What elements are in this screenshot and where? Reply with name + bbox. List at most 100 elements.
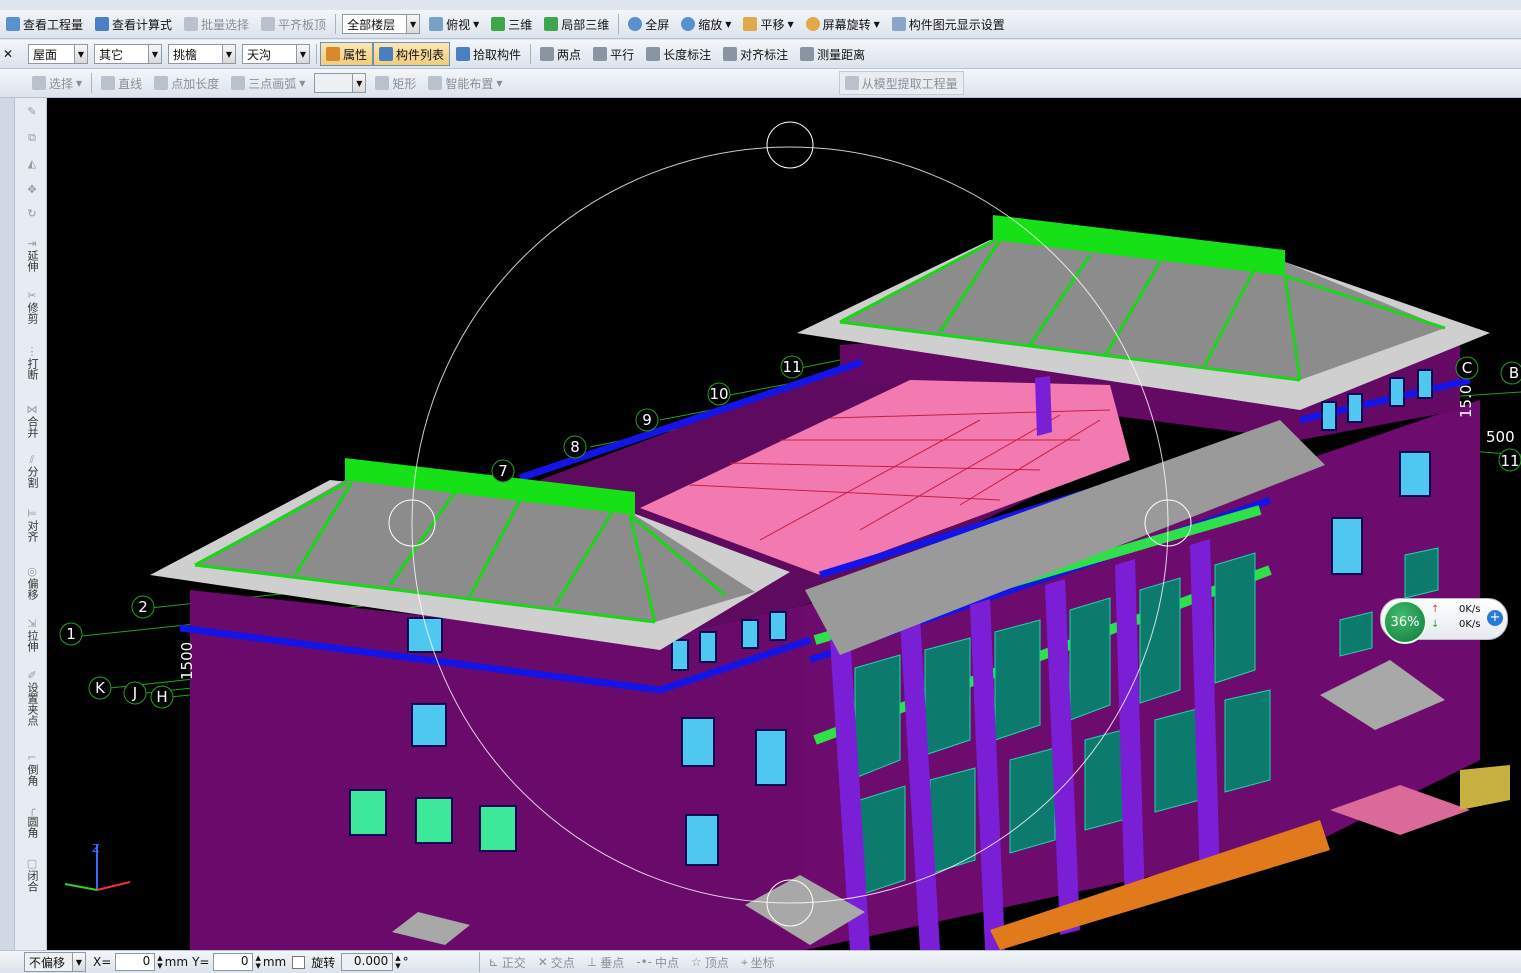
tool-close[interactable]: ▢ 闭合 xyxy=(22,858,42,895)
rotate-screen-button[interactable]: 屏幕旋转 ▼ xyxy=(800,12,886,36)
arc-option-select[interactable]: ▼ xyxy=(314,73,367,93)
align-dim-icon xyxy=(723,47,738,61)
tool-merge[interactable]: ⋈ 合并 xyxy=(22,404,42,441)
intersection-icon: ✕ xyxy=(537,955,548,969)
snap-vertex[interactable]: ☆ 顶点 xyxy=(685,951,735,973)
snap-midpoint[interactable]: -•- 中点 xyxy=(630,951,685,973)
move-icon[interactable]: ✥ xyxy=(22,184,42,196)
quantity-icon xyxy=(6,17,20,31)
pan-icon xyxy=(743,17,758,31)
tool-stretch[interactable]: ⇲ 拉伸 xyxy=(22,618,42,655)
y-input[interactable]: 0 xyxy=(213,953,254,971)
batch-select-button[interactable]: 批量选择 xyxy=(178,12,255,36)
top-view-button[interactable]: 俯视 ▼ xyxy=(423,12,485,36)
snap-perpendicular[interactable]: ⊥ 垂点 xyxy=(581,951,630,973)
pick-component-button[interactable]: 拾取构件 xyxy=(450,42,527,66)
rotate-input[interactable]: 0.000 xyxy=(341,953,394,971)
tool-trim[interactable]: ✂ 修剪 xyxy=(22,290,42,327)
mirror-icon[interactable]: ◭ xyxy=(22,158,42,170)
tool-fillet[interactable]: ╭ 圆角 xyxy=(22,804,42,841)
break-icon: ⋮ xyxy=(26,345,38,358)
copy-icon[interactable]: ⧉ xyxy=(22,132,42,144)
tool-offset[interactable]: ◎ 偏移 xyxy=(22,566,42,603)
align-slab-icon xyxy=(261,17,276,31)
tool-grip[interactable]: ✐ 设置夹点 xyxy=(22,670,42,729)
zoom-button[interactable]: 缩放 ▼ xyxy=(675,12,737,36)
x-label: X= xyxy=(93,955,112,969)
component-name-select[interactable]: 天沟 ▼ xyxy=(242,44,310,64)
svg-text:H: H xyxy=(156,688,167,706)
expand-plus-icon[interactable]: + xyxy=(1487,610,1503,626)
svg-text:J: J xyxy=(132,684,137,702)
tool-chamfer[interactable]: ⌐ 倒角 xyxy=(22,752,42,789)
view-quantity-button[interactable]: 查看工程量 xyxy=(0,12,89,36)
offset-mode-select[interactable]: 不偏移 ▼ xyxy=(24,952,86,972)
offset-icon: ◎ xyxy=(27,565,37,578)
type-select[interactable]: 其它 ▼ xyxy=(94,44,162,64)
snap-coordinate[interactable]: ⌖ 坐标 xyxy=(735,951,781,973)
length-dimension-button[interactable]: 长度标注 xyxy=(640,42,717,66)
midpoint-icon: -•- xyxy=(636,955,653,969)
two-point-button[interactable]: 两点 xyxy=(534,42,587,66)
component-type-select[interactable]: 挑檐 ▼ xyxy=(168,44,236,64)
fullscreen-button[interactable]: 全屏 xyxy=(622,12,675,36)
measure-distance-button[interactable]: 测量距离 xyxy=(794,42,871,66)
rotate-icon[interactable]: ↻ xyxy=(22,208,42,220)
chevron-down-icon: ▼ xyxy=(725,19,732,29)
building-model: 1 2 7 8 9 10 11 K J H C B 11 1500 15.0 5… xyxy=(59,121,1521,950)
download-speed: 0K/s xyxy=(1459,619,1481,630)
svg-text:9: 9 xyxy=(642,411,652,429)
property-button[interactable]: 属性 xyxy=(320,42,374,66)
three-point-arc-button[interactable]: 三点画弧 ▼ xyxy=(225,71,311,95)
chevron-down-icon: ▼ xyxy=(473,19,480,29)
display-settings-button[interactable]: 构件图元显示设置 xyxy=(886,12,1011,36)
chevron-down-icon: ▼ xyxy=(74,45,87,63)
select-button[interactable]: 选择 ▼ xyxy=(26,71,88,95)
view-formula-button[interactable]: 查看计算式 xyxy=(89,12,178,36)
smart-layout-button[interactable]: 智能布置 ▼ xyxy=(422,71,508,95)
chamfer-icon: ⌐ xyxy=(27,751,37,764)
x-stepper[interactable]: ▲ ▼ xyxy=(157,954,162,970)
component-list-button[interactable]: 构件列表 xyxy=(373,42,451,66)
point-length-button[interactable]: 点加长度 xyxy=(148,71,225,95)
x-input[interactable]: 0 xyxy=(115,953,156,971)
display-settings-icon xyxy=(891,17,906,31)
vertex-icon: ☆ xyxy=(691,955,702,969)
line-button[interactable]: 直线 xyxy=(95,71,148,95)
separator xyxy=(618,14,620,34)
rectangle-button[interactable]: 矩形 xyxy=(369,71,422,95)
y-stepper[interactable]: ▲ ▼ xyxy=(255,954,260,970)
align-dimension-button[interactable]: 对齐标注 xyxy=(717,42,794,66)
svg-text:500: 500 xyxy=(1486,428,1515,446)
tool-align[interactable]: ⊨ 对齐 xyxy=(22,508,42,545)
3d-viewport[interactable]: 1 2 7 8 9 10 11 K J H C B 11 1500 15.0 5… xyxy=(47,98,1521,950)
snap-intersection[interactable]: ✕ 交点 xyxy=(532,951,581,973)
local-3d-button[interactable]: 局部三维 xyxy=(538,12,615,36)
local-3d-icon xyxy=(544,17,559,31)
extract-icon xyxy=(844,76,859,90)
close-panel-button[interactable]: ✕ xyxy=(0,42,18,66)
smart-layout-icon xyxy=(428,76,443,90)
network-monitor-widget[interactable]: 36% ↑ 0K/s ↓ 0K/s + xyxy=(1380,598,1508,644)
3d-view-button[interactable]: 三维 xyxy=(485,12,538,36)
align-slab-top-button[interactable]: 平齐板顶 xyxy=(255,12,332,36)
tool-break[interactable]: ⋮ 打断 xyxy=(22,346,42,383)
drawing-toolbar: 选择 ▼ 直线 点加长度 三点画弧 ▼ ▼ 矩形 智能布置 ▼ 从模型提取工程量 xyxy=(0,69,1521,98)
stretch-icon: ⇲ xyxy=(27,617,37,630)
chevron-down-icon: ▼ xyxy=(299,78,306,88)
tool-extend[interactable]: ⇥ 延伸 xyxy=(22,238,42,275)
rotate-checkbox[interactable] xyxy=(292,955,306,969)
category-select[interactable]: 屋面 ▼ xyxy=(28,44,88,64)
main-toolbar: 查看工程量 查看计算式 批量选择 平齐板顶 全部楼层 ▼ 俯视 ▼ 三维 局部三维 … xyxy=(0,10,1521,39)
floor-select[interactable]: 全部楼层 ▼ xyxy=(342,14,421,34)
pan-button[interactable]: 平移 ▼ xyxy=(737,12,799,36)
snap-ortho[interactable]: ⊾ 正交 xyxy=(483,951,532,973)
parallel-button[interactable]: 平行 xyxy=(587,42,640,66)
brush-icon[interactable]: ✎ xyxy=(22,106,42,118)
svg-text:11: 11 xyxy=(1500,452,1519,470)
line-icon xyxy=(101,76,116,90)
extract-quantity-button[interactable]: 从模型提取工程量 xyxy=(838,71,964,95)
tool-split[interactable]: ⫽ 分割 xyxy=(22,454,42,491)
rotate-stepper[interactable]: ▲ ▼ xyxy=(395,954,400,970)
close-icon: ✕ xyxy=(3,47,14,61)
